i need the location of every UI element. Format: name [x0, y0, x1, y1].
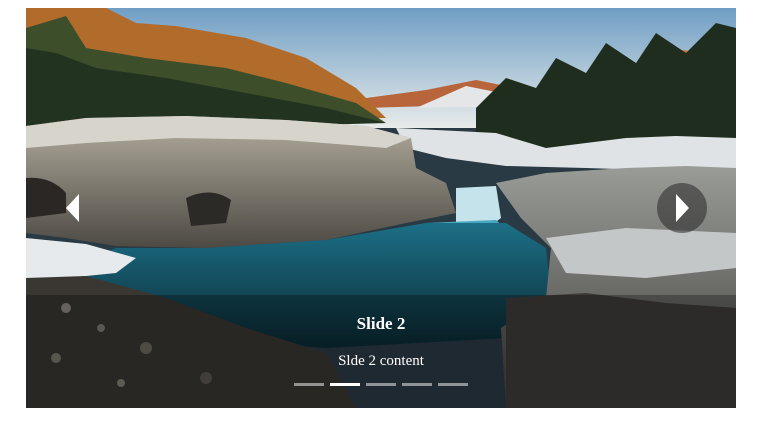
indicator-slide-2[interactable]: [330, 383, 360, 386]
prev-slide-button[interactable]: [48, 183, 98, 233]
image-carousel: Slide 2 Slde 2 content: [26, 8, 736, 408]
indicator-slide-5[interactable]: [438, 383, 468, 386]
chevron-left-icon: [66, 194, 79, 222]
indicator-slide-4[interactable]: [402, 383, 432, 386]
slide-indicators: [294, 383, 468, 389]
slide-title: Slide 2: [356, 314, 406, 333]
slide-caption: Slde 2 content: [338, 353, 424, 369]
chevron-right-icon: [676, 194, 689, 222]
indicator-slide-1[interactable]: [294, 383, 324, 386]
indicator-slide-3[interactable]: [366, 383, 396, 386]
next-slide-button[interactable]: [657, 183, 707, 233]
